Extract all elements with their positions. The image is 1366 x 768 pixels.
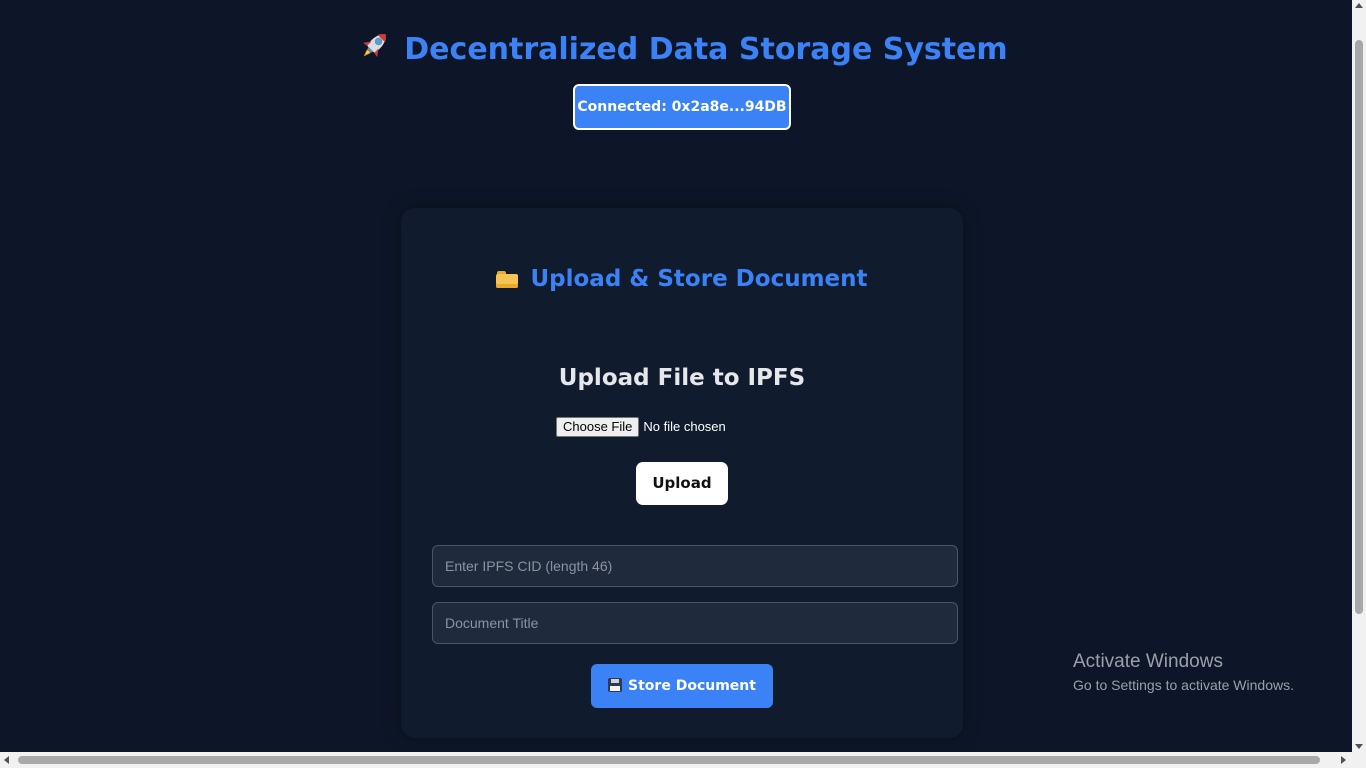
- page-title: Decentralized Data Storage System: [0, 28, 1366, 73]
- app-title-text: Decentralized Data Storage System: [404, 32, 1008, 67]
- activate-windows-watermark: Activate Windows Go to Settings to activ…: [1073, 650, 1294, 696]
- document-title-input[interactable]: [432, 602, 958, 644]
- horizontal-scrollbar[interactable]: [0, 752, 1366, 768]
- watermark-title: Activate Windows: [1073, 651, 1223, 672]
- folder-icon: [496, 271, 519, 288]
- scroll-left-icon[interactable]: [4, 756, 9, 764]
- choose-file-button[interactable]: Choose File: [556, 417, 640, 437]
- rocket-icon: [358, 28, 392, 73]
- horizontal-scroll-thumb[interactable]: [18, 756, 1320, 764]
- card-title-text: Upload & Store Document: [530, 266, 868, 292]
- card-title: Upload & Store Document: [401, 262, 963, 296]
- ipfs-cid-input[interactable]: [432, 545, 958, 587]
- watermark-subtitle: Go to Settings to activate Windows.: [1073, 677, 1294, 693]
- vertical-scroll-thumb[interactable]: [1355, 40, 1363, 614]
- floppy-disk-icon: [608, 678, 623, 692]
- page: Decentralized Data Storage System Connec…: [0, 0, 1366, 768]
- scroll-right-icon[interactable]: [1341, 756, 1346, 764]
- vertical-scrollbar[interactable]: [1352, 0, 1366, 752]
- store-document-button[interactable]: Store Document: [591, 664, 773, 708]
- file-status-text: No file chosen: [643, 419, 726, 434]
- upload-heading: Upload File to IPFS: [558, 365, 806, 391]
- file-picker: Choose File No file chosen: [556, 417, 726, 439]
- upload-button[interactable]: Upload: [636, 462, 728, 505]
- scroll-down-icon[interactable]: [1355, 744, 1363, 749]
- scroll-up-icon[interactable]: [1355, 3, 1363, 8]
- store-document-label: Store Document: [628, 678, 756, 694]
- wallet-connect-button[interactable]: Connected: 0x2a8e...94DB: [573, 84, 791, 130]
